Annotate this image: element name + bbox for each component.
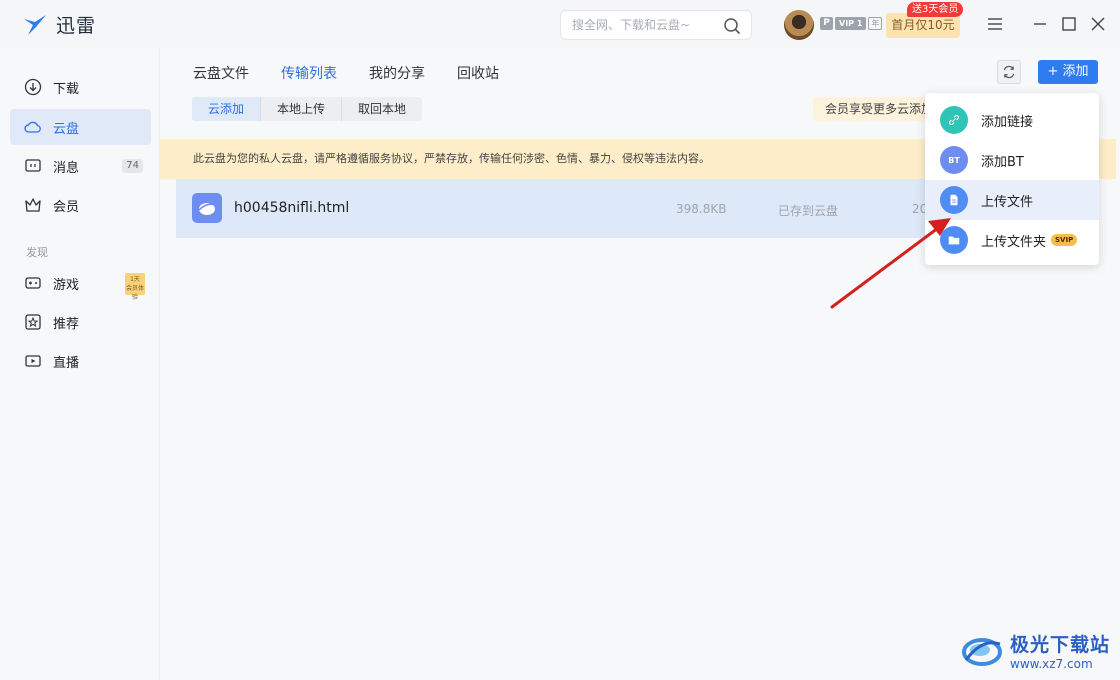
- menu-item-upload-file[interactable]: 上传文件: [925, 180, 1099, 220]
- file-size: 398.8KB: [676, 202, 727, 216]
- discover-section-label: 发现: [26, 246, 48, 259]
- watermark: 极光下载站 www.xz7.com: [960, 626, 1112, 674]
- vip-hint-banner[interactable]: 会员享受更多云添加: [813, 97, 933, 121]
- sidebar-item-label: 消息: [53, 160, 80, 176]
- menu-item-label: 添加链接: [981, 114, 1034, 130]
- menu-item-upload-folder[interactable]: 上传文件夹 SVIP: [925, 220, 1099, 260]
- watermark-url: www.xz7.com: [1010, 656, 1093, 671]
- sidebar-item-vip[interactable]: 会员: [10, 187, 151, 223]
- tab-my-shares[interactable]: 我的分享: [369, 63, 425, 89]
- plus-icon: +: [1047, 64, 1059, 79]
- transfer-subtabs: 云添加 本地上传 取回本地: [192, 97, 423, 121]
- tab-cloud-files[interactable]: 云盘文件: [193, 63, 249, 89]
- promo-tag: 送3天会员: [907, 2, 964, 17]
- menu-item-add-link[interactable]: 添加链接: [925, 100, 1099, 140]
- refresh-button[interactable]: [997, 60, 1021, 84]
- minimize-icon[interactable]: [1030, 14, 1050, 34]
- add-dropdown-menu: 添加链接 BT 添加BT 上传文件 上传文件夹 SVIP: [925, 93, 1099, 265]
- sidebar-item-recommend[interactable]: 推荐: [10, 304, 151, 340]
- add-button[interactable]: + 添加: [1038, 60, 1098, 84]
- thunder-bird-icon: [24, 14, 46, 35]
- gamepad-icon: [25, 277, 41, 289]
- vip-year-badge: 年: [868, 17, 883, 30]
- menu-item-label: 上传文件夹: [981, 234, 1047, 250]
- file-name: h00458nifli.html: [234, 200, 350, 216]
- folder-icon: [940, 226, 968, 254]
- watermark-text: 极光下载站 www.xz7.com: [1010, 630, 1110, 671]
- game-badge-bottom: 会员体验: [125, 285, 144, 301]
- download-icon: [24, 78, 42, 96]
- cloud-icon: [24, 121, 41, 133]
- sidebar-item-cloud[interactable]: 云盘: [10, 109, 151, 145]
- search-box[interactable]: [560, 10, 752, 40]
- main-tabs: 云盘文件 传输列表 我的分享 回收站: [193, 63, 499, 89]
- bt-icon-text: BT: [948, 155, 960, 165]
- sidebar-item-label: 云盘: [53, 121, 80, 137]
- sidebar-item-download[interactable]: 下载: [10, 69, 151, 105]
- bt-file-icon: BT: [940, 146, 968, 174]
- sidebar-item-label: 游戏: [53, 277, 80, 293]
- menu-item-add-bt[interactable]: BT 添加BT: [925, 140, 1099, 180]
- message-count-badge: 74: [122, 159, 143, 173]
- menu-item-label: 上传文件: [981, 194, 1034, 210]
- sidebar: 下载 云盘 消息 74 会员 发现 游戏 1天 会员体验 推荐 直播: [0, 48, 160, 680]
- sidebar-item-live[interactable]: 直播: [10, 343, 151, 379]
- subtab-cloud-add[interactable]: 云添加: [192, 97, 262, 121]
- app-logo: 迅雷: [22, 11, 96, 38]
- subtab-local-upload[interactable]: 本地上传: [261, 97, 343, 121]
- link-icon: [940, 106, 968, 134]
- search-input[interactable]: [572, 18, 722, 32]
- message-icon: [25, 159, 41, 172]
- cloud-file-icon: [192, 193, 222, 223]
- close-icon[interactable]: [1088, 14, 1108, 34]
- live-video-icon: [25, 355, 41, 367]
- sidebar-item-label: 推荐: [53, 316, 80, 332]
- subtab-retrieve-local[interactable]: 取回本地: [342, 97, 422, 121]
- vip-level-badge: VIP 1: [835, 17, 867, 30]
- sidebar-item-label: 下载: [53, 81, 80, 97]
- tab-recycle-bin[interactable]: 回收站: [457, 63, 499, 89]
- vip-p-badge: P: [820, 17, 833, 30]
- menu-icon[interactable]: [985, 14, 1005, 34]
- file-icon: [940, 186, 968, 214]
- search-icon[interactable]: [723, 17, 741, 35]
- menu-item-label: 添加BT: [981, 154, 1024, 170]
- maximize-icon[interactable]: [1059, 14, 1079, 34]
- game-promo-badge: 1天 会员体验: [125, 273, 145, 301]
- avatar[interactable]: [784, 10, 814, 40]
- title-bar: 迅雷 P VIP 1 年 首月仅10元 送3天会员: [0, 0, 1120, 48]
- sidebar-item-label: 会员: [53, 199, 80, 215]
- vip-badge[interactable]: P VIP 1 年: [820, 17, 883, 30]
- app-name: 迅雷: [56, 15, 97, 37]
- file-status: 已存到云盘: [778, 204, 839, 218]
- add-button-label: 添加: [1062, 64, 1089, 79]
- refresh-icon: [1003, 65, 1015, 79]
- watermark-title: 极光下载站: [1010, 633, 1111, 656]
- crown-icon: [25, 198, 41, 212]
- sidebar-item-label: 直播: [53, 355, 80, 371]
- star-icon: [25, 314, 41, 330]
- tab-transfer-list[interactable]: 传输列表: [281, 63, 337, 89]
- aurora-logo-icon: [962, 638, 1002, 666]
- svip-badge: SVIP: [1051, 234, 1078, 246]
- game-badge-top: 1天: [130, 276, 140, 283]
- sidebar-item-games[interactable]: 游戏 1天 会员体验: [10, 265, 151, 301]
- sidebar-item-messages[interactable]: 消息 74: [10, 148, 151, 184]
